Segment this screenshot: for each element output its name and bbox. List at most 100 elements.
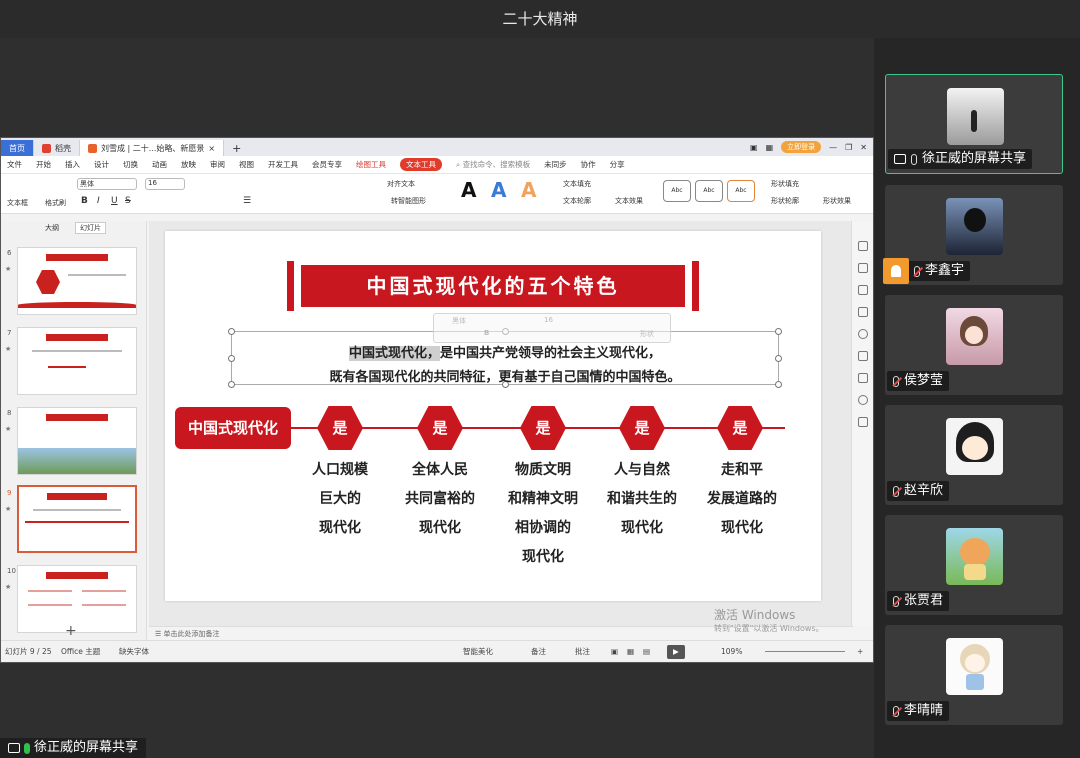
participant-tile[interactable]: 李鑫宇 bbox=[883, 185, 1063, 285]
beautify-button[interactable]: 智能美化 bbox=[463, 641, 493, 662]
participant-tile[interactable]: 徐正威的屏幕共享 bbox=[885, 74, 1063, 174]
feature-text[interactable]: 人与自然 和谐共生的 现代化 bbox=[592, 456, 692, 543]
menu-drawing-tools[interactable]: 绘图工具 bbox=[356, 159, 386, 170]
align-text-button[interactable]: 对齐文本 bbox=[387, 179, 415, 189]
tab-document[interactable]: 刘雪成 | 二十...始略、新愿景 × bbox=[80, 140, 225, 156]
align-left-button[interactable]: ☰ bbox=[243, 196, 251, 206]
menu-view[interactable]: 视图 bbox=[239, 159, 254, 170]
login-button[interactable]: 立即登录 bbox=[781, 141, 822, 153]
menu-review[interactable]: 审阅 bbox=[210, 159, 225, 170]
slide[interactable]: 中国式现代化的五个特色 中国式现代化，是中国共产党领导的社会主义现代化， 既有各… bbox=[165, 231, 821, 601]
slide-thumbnail[interactable] bbox=[17, 565, 137, 633]
grid-icon[interactable]: ▦ bbox=[766, 143, 774, 152]
shape-effect-button[interactable]: 形状效果 bbox=[823, 196, 851, 206]
tool-icon[interactable] bbox=[858, 241, 868, 251]
sorter-view-icon[interactable]: ▦ bbox=[627, 641, 634, 662]
tab-slides[interactable]: 幻灯片 bbox=[75, 222, 106, 234]
shape-style-2[interactable]: Abc bbox=[695, 180, 723, 202]
add-slide-button[interactable]: + bbox=[65, 623, 77, 639]
zoom-in-icon[interactable]: + bbox=[857, 641, 863, 662]
feature-text[interactable]: 人口规模 巨大的 现代化 bbox=[290, 456, 390, 543]
new-tab-button[interactable]: + bbox=[224, 140, 249, 156]
hex-marker[interactable]: 是 bbox=[619, 406, 665, 450]
shape-outline-button[interactable]: 形状轮廓 bbox=[771, 196, 799, 206]
slide-thumbnail[interactable] bbox=[17, 327, 137, 395]
tool-icon[interactable] bbox=[858, 263, 868, 273]
slide-thumbnail[interactable] bbox=[17, 247, 137, 315]
tool-icon[interactable] bbox=[858, 307, 868, 317]
strike-button[interactable]: S bbox=[125, 196, 131, 206]
book-icon[interactable] bbox=[858, 417, 868, 427]
tab-outline[interactable]: 大纲 bbox=[45, 223, 59, 233]
location-icon[interactable] bbox=[858, 395, 868, 405]
hex-marker[interactable]: 是 bbox=[520, 406, 566, 450]
tab-docer[interactable]: 稻壳 bbox=[34, 140, 80, 156]
shape-style-3[interactable]: Abc bbox=[727, 180, 755, 202]
font-select[interactable]: 黑体 bbox=[77, 178, 137, 190]
menu-text-tools[interactable]: 文本工具 bbox=[400, 158, 442, 171]
floating-format-toolbar[interactable]: 黑体 16 B 形状 bbox=[433, 313, 671, 343]
mini-bold-icon[interactable]: B bbox=[484, 329, 489, 337]
shape-style-1[interactable]: Abc bbox=[663, 180, 691, 202]
comments-toggle[interactable]: 批注 bbox=[575, 641, 590, 662]
menu-design[interactable]: 设计 bbox=[94, 159, 109, 170]
feature-text[interactable]: 全体人民 共同富裕的 现代化 bbox=[390, 456, 490, 543]
text-effect-button[interactable]: 文本效果 bbox=[615, 196, 643, 206]
menu-slideshow[interactable]: 放映 bbox=[181, 159, 196, 170]
shape-fill-button[interactable]: 形状填充 bbox=[771, 179, 799, 189]
menu-file[interactable]: 文件 bbox=[7, 159, 22, 170]
menu-home[interactable]: 开始 bbox=[36, 159, 51, 170]
text-style-orange[interactable]: A bbox=[521, 178, 536, 202]
hex-marker[interactable]: 是 bbox=[717, 406, 763, 450]
hex-marker[interactable]: 是 bbox=[317, 406, 363, 450]
maximize-icon[interactable]: ❐ bbox=[845, 143, 852, 152]
reading-view-icon[interactable]: ▤ bbox=[643, 641, 650, 662]
minimize-icon[interactable]: — bbox=[829, 143, 837, 152]
text-fill-button[interactable]: 文本填充 bbox=[563, 179, 591, 189]
missing-font-button[interactable]: 缺失字体 bbox=[119, 641, 149, 662]
close-icon[interactable]: × bbox=[208, 144, 215, 153]
normal-view-icon[interactable]: ▣ bbox=[611, 641, 618, 662]
main-label-box[interactable]: 中国式现代化 bbox=[175, 407, 291, 449]
slide-thumbnail-selected[interactable] bbox=[17, 485, 137, 553]
resize-handle[interactable] bbox=[228, 328, 235, 335]
feature-text[interactable]: 走和平 发展道路的 现代化 bbox=[692, 456, 792, 543]
sync-status[interactable]: 未同步 bbox=[544, 159, 567, 170]
zoom-level[interactable]: 109% bbox=[721, 641, 742, 662]
menu-insert[interactable]: 插入 bbox=[65, 159, 80, 170]
layout-icon[interactable]: ▣ bbox=[750, 143, 758, 152]
notes-toggle[interactable]: 备注 bbox=[531, 641, 546, 662]
resize-handle[interactable] bbox=[775, 328, 782, 335]
tool-icon[interactable] bbox=[858, 285, 868, 295]
smart-shape-button[interactable]: 转智能图形 bbox=[391, 196, 426, 206]
participant-tile[interactable]: 侯梦莹 bbox=[885, 295, 1063, 395]
text-outline-button[interactable]: 文本轮廓 bbox=[563, 196, 591, 206]
italic-button[interactable]: I bbox=[97, 196, 100, 206]
bold-button[interactable]: B bbox=[81, 196, 88, 206]
menu-member[interactable]: 会员专享 bbox=[312, 159, 342, 170]
feature-text[interactable]: 物质文明 和精神文明 相协调的 现代化 bbox=[493, 456, 593, 572]
participant-tile[interactable]: 李晴晴 bbox=[885, 625, 1063, 725]
text-style-black[interactable]: A bbox=[461, 178, 476, 202]
slide-title[interactable]: 中国式现代化的五个特色 bbox=[301, 265, 685, 307]
underline-button[interactable]: U bbox=[111, 196, 118, 206]
hex-marker[interactable]: 是 bbox=[417, 406, 463, 450]
command-search[interactable]: ⌕ 查找命令、搜索模板 bbox=[456, 159, 530, 170]
share-button[interactable]: 分享 bbox=[610, 159, 625, 170]
help-icon[interactable] bbox=[858, 329, 868, 339]
play-icon[interactable]: ▶ bbox=[667, 645, 685, 659]
zoom-slider[interactable] bbox=[765, 651, 845, 652]
participant-tile[interactable]: 张贾君 bbox=[885, 515, 1063, 615]
selected-text[interactable]: 中国式现代化， bbox=[348, 346, 440, 361]
textbox-button[interactable]: 文本框 bbox=[7, 198, 28, 208]
format-brush-button[interactable]: 格式刷 bbox=[45, 198, 66, 208]
menu-transition[interactable]: 切换 bbox=[123, 159, 138, 170]
font-size-select[interactable]: 16 bbox=[145, 178, 185, 190]
slide-thumbnail[interactable] bbox=[17, 407, 137, 475]
menu-animation[interactable]: 动画 bbox=[152, 159, 167, 170]
tool-icon[interactable] bbox=[858, 351, 868, 361]
tab-home[interactable]: 首页 bbox=[1, 140, 34, 156]
menu-developer[interactable]: 开发工具 bbox=[268, 159, 298, 170]
text-style-blue[interactable]: A bbox=[491, 178, 506, 202]
tool-icon[interactable] bbox=[858, 373, 868, 383]
